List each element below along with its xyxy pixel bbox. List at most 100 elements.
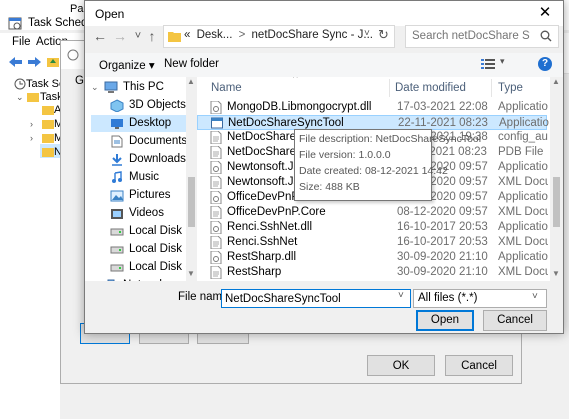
ts-folder-up-icon[interactable] (46, 55, 60, 69)
nav-item-local-disk-e[interactable]: Local Disk (E:) (91, 241, 197, 258)
folder-icon (42, 134, 54, 143)
nav-item-desktop[interactable]: Desktop (91, 115, 191, 132)
scroll-up-arrow-icon[interactable]: ▲ (187, 77, 195, 86)
column-header-name[interactable]: Name (211, 77, 242, 97)
organize-button[interactable]: Organize ▾ (99, 58, 155, 72)
file-row[interactable]: Renci.SshNet 16-10-2017 20:53 XML Docume (197, 235, 548, 250)
file-name-combobox[interactable]: ˅ (221, 289, 411, 308)
view-options-chevron-icon[interactable]: ▾ (500, 56, 505, 67)
file-row[interactable]: RestSharp.dll 30-09-2020 21:10 Application… (197, 250, 548, 265)
up-arrow-icon[interactable]: ↑ (143, 27, 161, 45)
folder-icon (42, 106, 54, 115)
nav-item-3d-objects[interactable]: 3D Objects (91, 97, 191, 114)
chevron-down-icon[interactable]: ⌄ (91, 79, 99, 96)
file-name-field[interactable] (225, 291, 385, 306)
file-type: Application e (498, 101, 548, 113)
view-details-icon[interactable] (481, 58, 495, 70)
cancel-button[interactable]: Cancel (483, 310, 547, 331)
close-icon[interactable]: ✕ (535, 4, 555, 24)
3d-objects-icon (110, 99, 124, 112)
column-header-type[interactable]: Type (498, 77, 523, 97)
nav-item-pictures[interactable]: Pictures (91, 187, 191, 204)
ts-back-forward-icon[interactable] (8, 55, 42, 69)
chevron-right-icon[interactable]: › (91, 277, 94, 281)
scroll-down-arrow-icon[interactable]: ▼ (187, 269, 195, 278)
folder-icon (27, 93, 39, 102)
breadcrumb-current-folder[interactable]: netDocShare Sync - J... (252, 29, 373, 41)
file-name: MongoDB.Libmongocrypt.dll (227, 101, 372, 113)
file-list-scrollbar[interactable]: ▲ ▼ (550, 77, 563, 281)
search-box[interactable] (405, 25, 559, 48)
address-prefix[interactable]: « (184, 29, 190, 41)
clock-icon (14, 78, 26, 90)
tooltip-size: Size: 488 KB (299, 181, 360, 193)
nav-item-videos[interactable]: Videos (91, 205, 191, 222)
search-input[interactable] (412, 28, 530, 44)
nav-item-this-pc[interactable]: This PC ⌄ (85, 79, 185, 96)
open-button[interactable]: Open (416, 310, 474, 331)
file-type: config_auto_ (498, 131, 548, 143)
file-list-scrollbar-thumb[interactable] (553, 177, 560, 227)
column-separator[interactable] (491, 79, 492, 97)
file-type: XML Docume (498, 236, 548, 248)
props-cancel-button[interactable]: Cancel (445, 355, 513, 376)
application-icon (211, 117, 223, 130)
ts-expand-chevron-icon[interactable]: ⌄ (16, 92, 24, 103)
nav-item-local-disk-c[interactable]: Local Disk (C:) (91, 223, 197, 240)
desktop-icon (110, 117, 124, 130)
file-date: 16-10-2017 20:53 (397, 236, 488, 248)
file-date: 30-09-2020 21:10 (397, 266, 488, 278)
ts-menu-file[interactable]: File (12, 36, 31, 48)
file-row[interactable]: MongoDB.Libmongocrypt.dll 17-03-2021 22:0… (197, 100, 548, 115)
computer-icon (104, 81, 118, 94)
tooltip-version: File version: 1.0.0.0 (299, 149, 391, 161)
file-name: RestSharp (227, 266, 282, 278)
file-type-filter[interactable]: All files (*.*) ˅ (413, 289, 547, 308)
new-folder-button[interactable]: New folder (164, 58, 219, 70)
back-arrow-icon[interactable]: ← (91, 27, 109, 45)
nav-scrollbar-thumb[interactable] (188, 177, 195, 227)
ts-title-clip: Pa (70, 3, 84, 15)
nav-item-downloads[interactable]: Downloads (91, 151, 191, 168)
address-bar[interactable]: « Desk... > netDocShare Sync - J... ˅ ↻ (163, 25, 395, 48)
address-dropdown-chevron-icon[interactable]: ˅ (364, 28, 370, 39)
scroll-up-arrow-icon[interactable]: ▲ (552, 77, 560, 86)
file-row[interactable]: RestSharp 30-09-2020 21:10 XML Docume (197, 265, 548, 280)
nav-item-local-disk-f[interactable]: Local Disk (F:) (91, 259, 197, 276)
refresh-icon[interactable]: ↻ (378, 27, 389, 43)
file-row[interactable]: Renci.SshNet.dll 16-10-2017 20:53 Applicat… (197, 220, 548, 235)
file-type: Application (499, 117, 549, 129)
nav-item-network[interactable]: Network › (85, 277, 185, 281)
file-name-dropdown-chevron-icon[interactable]: ˅ (398, 290, 404, 301)
forward-arrow-icon[interactable]: → (111, 27, 129, 45)
column-header-date[interactable]: Date modified (395, 77, 466, 97)
scroll-down-arrow-icon[interactable]: ▼ (552, 269, 560, 278)
column-separator[interactable] (389, 79, 390, 97)
file-type: XML Docume (498, 176, 548, 188)
chevron-right-icon[interactable]: › (30, 133, 33, 143)
file-row[interactable]: NetDocShareSyncTool 22-11-2021 08:23 Appli… (197, 115, 549, 130)
filter-chevron-icon[interactable]: ˅ (532, 291, 538, 302)
file-type: PDB File (498, 146, 544, 158)
task-scheduler-icon (8, 17, 22, 30)
nav-item-documents[interactable]: Documents (91, 133, 191, 150)
drive-icon (110, 225, 124, 238)
nav-item-label: Pictures (129, 189, 171, 201)
nav-item-label: Music (129, 171, 160, 183)
breadcrumb-desktop[interactable]: Desk... (197, 29, 233, 41)
tooltip-created: Date created: 08-12-2021 14:42 (299, 165, 448, 177)
nav-item-label: This PC (123, 81, 164, 93)
file-type: XML Docume (498, 266, 548, 278)
file-info-tooltip: File description: NetDocShareSyncTool Fi… (294, 129, 481, 201)
dll-file-icon (210, 191, 222, 204)
chevron-right-icon[interactable]: › (30, 119, 33, 129)
help-icon[interactable]: ? (538, 57, 552, 71)
folder-icon (42, 148, 54, 157)
nav-scrollbar[interactable]: ▲ ▼ (186, 77, 197, 281)
search-icon[interactable] (540, 30, 552, 42)
open-dialog: Open ✕ ← → ˅ ↑ « Desk... > netDocShare S… (84, 0, 564, 334)
props-ok-button[interactable]: OK (367, 355, 435, 376)
nav-item-label: 3D Objects (129, 99, 186, 111)
file-row[interactable]: OfficeDevPnP.Core 08-12-2020 09:57 XML Doc… (197, 205, 548, 220)
nav-item-music[interactable]: Music (91, 169, 191, 186)
